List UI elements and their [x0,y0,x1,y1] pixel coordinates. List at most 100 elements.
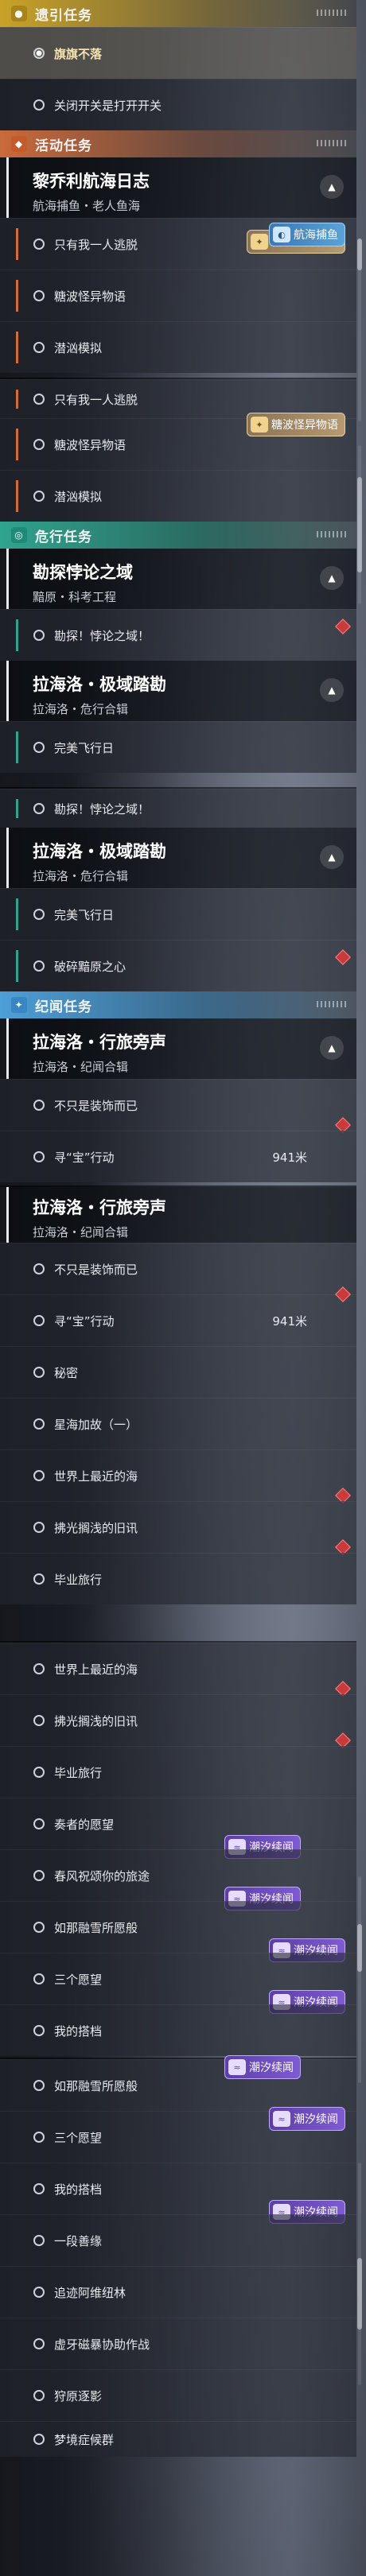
quest-label: 糖波怪异物语 [54,289,127,304]
quest-item-selected[interactable]: 旗旗不落 [0,27,356,79]
quest-item[interactable]: 完美飞行日 [0,888,356,940]
quest-item[interactable]: 世界上最近的海 [0,1449,356,1503]
radio-icon [33,1100,45,1111]
radio-icon [33,1818,45,1829]
quest-list[interactable]: ● 遗引任务 旗旗不落 关闭开关是打开开关 ◆ 活动任务 黎乔利航海日志 航海捕… [0,0,356,2457]
decorative-dots [317,140,348,146]
quest-item[interactable]: 三个愿望 ≈ 潮汐续闻 [0,1953,356,2014]
category-header-guide[interactable]: ● 遗引任务 [0,0,356,27]
quest-item[interactable]: 星海加故（一） [0,1398,356,1449]
collapse-arrow-icon[interactable]: ▲ [320,845,344,869]
screenshot-strip-4: 拉海洛・行旅旁声 拉海洛・纪闻合辑 不只是装饰而已 寻“宝”行动 941米 秘密… [0,1185,356,1604]
radio-icon [33,1870,45,1881]
quest-item[interactable]: 追迹阿维纽林 [0,2266,356,2318]
radio-icon [33,2183,45,2194]
tide-icon: ≈ [228,2059,246,2075]
quest-label: 三个愿望 [54,1973,103,1987]
quest-item[interactable]: 梦境症候群 [0,2421,356,2457]
warning-icon: ◎ [11,527,27,543]
quest-label: 糖波怪异物语 [54,438,127,452]
sparkle-icon: ✦ [11,997,27,1013]
quest-chain-header[interactable]: 拉海洛・极域踏勘 拉海洛・危行合辑 ▲ [6,828,356,888]
collapse-arrow-icon[interactable]: ▲ [320,566,344,590]
radio-icon [33,1522,45,1533]
collapse-arrow-icon[interactable]: ▲ [320,1036,344,1060]
quest-item[interactable]: 奏者的愿望 ≈ 潮汐续闻 [0,1798,356,1859]
quest-item[interactable]: 虚牙磁暴协助作战 [0,2318,356,2369]
scrollbar-thumb[interactable] [357,477,362,572]
quest-label: 不只是装饰而已 [54,1263,138,1277]
quest-item[interactable]: 勘探！悖论之域！ [0,789,356,828]
event-bar [16,332,18,363]
quest-item[interactable]: 完美飞行日 [0,721,356,773]
quest-item[interactable]: 潜汹模拟 [0,470,356,522]
quest-item[interactable]: 不只是装饰而已 [0,1079,356,1133]
quest-item[interactable]: 糖波怪异物语 ✦ 糖波怪异物语 [0,413,356,470]
chain-subtitle: 拉海洛・纪闻合辑 [33,1225,129,1240]
quest-item[interactable]: 拂光搁浅的旧讯 [0,1694,356,1748]
quest-label: 三个愿望 [54,2131,103,2145]
danger-bar [16,950,18,982]
quest-item[interactable]: 三个愿望 ≈ 潮汐续闻 [0,2107,356,2163]
quest-item[interactable]: 糖波怪异物语 [0,270,356,321]
distance-label: 941米 [272,1150,307,1165]
tide-icon: ≈ [273,2111,290,2127]
quest-label: 毕业旅行 [54,1766,103,1780]
quest-item[interactable]: 毕业旅行 [0,1553,356,1604]
quest-item[interactable]: 我的搭档 [0,2004,356,2056]
scrollbar-thumb[interactable] [357,239,362,270]
scrollbar-track[interactable] [358,1876,361,2083]
quest-item[interactable]: 一段善缘 [0,2214,356,2266]
badge-label: 航海捕鱼 [294,229,338,242]
chain-subtitle: 航海捕鱼・老人鱼海 [33,199,141,213]
screenshot-strip-1: ● 遗引任务 旗旗不落 关闭开关是打开开关 ◆ 活动任务 黎乔利航海日志 航海捕… [0,0,356,373]
quest-chain-header[interactable]: 拉海洛・极域踏勘 拉海洛・危行合辑 ▲ [6,661,356,721]
quest-item[interactable]: 我的搭档 ≈ 潮汐续闻 [0,2163,356,2224]
radio-icon [33,1263,45,1274]
quest-item[interactable]: 春风祝颂你的旅途 ≈ 潮汐续闻 [0,1849,356,1911]
quest-item[interactable]: 如那融雪所愿般 ≈ 潮汐续闻 [0,2055,356,2111]
quest-label: 毕业旅行 [54,1573,103,1587]
radio-icon [33,1315,45,1326]
scrollbar-thumb[interactable] [357,2258,362,2330]
quest-item[interactable]: 秘密 [0,1346,356,1398]
radio-icon [33,803,45,814]
event-bar [16,480,18,512]
event-bar [16,390,18,409]
event-badge: ✦ 糖波怪异物语 [247,413,345,436]
quest-item[interactable]: 世界上最近的海 [0,1643,356,1697]
quest-item[interactable]: 寻“宝”行动 941米 [0,1286,356,1346]
quest-item[interactable]: 破碎黯原之心 [0,940,356,991]
quest-item[interactable]: 如那融雪所愿般 ≈ 潮汐续闻 [0,1901,356,1962]
collapse-arrow-icon[interactable]: ▲ [320,678,344,702]
event-badge: ≈ 潮汐续闻 [224,2055,301,2079]
radio-icon [33,239,45,250]
category-header-event[interactable]: ◆ 活动任务 [0,130,356,157]
spirit-icon: ✦ [251,234,268,250]
quest-item[interactable]: 寻“宝”行动 941米 [0,1131,356,1182]
radio-icon [33,1973,45,1984]
radio-icon [33,1922,45,1933]
event-badge: ◐ 航海捕鱼 [269,223,345,246]
quest-item[interactable]: 不只是装饰而已 [0,1243,356,1294]
alert-marker-icon [335,949,351,965]
collapse-arrow-icon[interactable]: ▲ [320,175,344,199]
quest-chain-header[interactable]: 黎乔利航海日志 航海捕鱼・老人鱼海 ▲ ◐ 航海捕鱼 [6,157,356,246]
quest-item[interactable]: 狩原逐影 [0,2369,356,2421]
quest-label: 完美飞行日 [54,741,115,755]
quest-chain-header[interactable]: 拉海洛・行旅旁声 拉海洛・纪闻合辑 [6,1187,356,1243]
quest-item[interactable]: 潜汹模拟 [0,321,356,373]
quest-label: 拂光搁浅的旧讯 [54,1714,138,1728]
quest-chain-header[interactable]: 勘探悖论之域 黯原・科考工程 ▲ [6,549,356,609]
quest-chain-header[interactable]: 拉海洛・行旅旁声 拉海洛・纪闻合辑 ▲ [6,1018,356,1079]
radio-icon [33,1767,45,1778]
quest-item[interactable]: 勘探！悖论之域！ [0,609,356,661]
quest-item[interactable]: 毕业旅行 [0,1746,356,1798]
scrollbar-thumb[interactable] [357,1924,362,1972]
category-header-danger[interactable]: ◎ 危行任务 [0,522,356,549]
pin-icon: ● [11,6,27,21]
danger-bar [16,799,18,818]
quest-item[interactable]: 拂光搁浅的旧讯 [0,1501,356,1555]
quest-item[interactable]: 关闭开关是打开开关 [0,79,356,130]
category-header-story[interactable]: ✦ 纪闻任务 [0,991,356,1018]
